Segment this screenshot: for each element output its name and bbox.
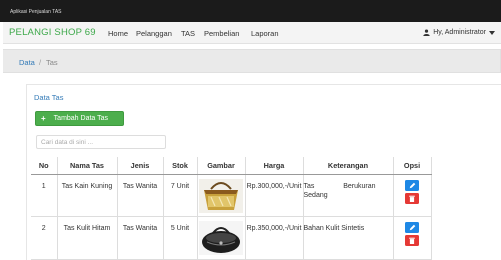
breadcrumb: Data / Tas: [3, 49, 501, 73]
cell-opsi: [393, 216, 432, 260]
header-opsi: Opsi: [393, 157, 432, 175]
window-title: Aplikasi Penjualan TAS: [10, 9, 62, 15]
user-menu-label: Hy, Administrator: [433, 29, 486, 36]
delete-button[interactable]: [405, 192, 419, 204]
nav-laporan[interactable]: Laporan: [251, 29, 279, 38]
pencil-icon: [409, 182, 415, 188]
nav-pelanggan[interactable]: Pelanggan: [136, 29, 172, 38]
cell-keterangan: Bahan Kulit Sintetis: [303, 216, 394, 260]
header-no: No: [31, 157, 58, 175]
keterangan-word: Berukuran: [343, 182, 376, 190]
top-navbar: PELANGI SHOP 69 Home Pelanggan TAS Pembe…: [3, 22, 501, 44]
header-keterangan: Keterangan: [303, 157, 394, 175]
table-header-row: No Nama Tas Jenis Stok Gambar Harga Kete…: [31, 157, 432, 175]
breadcrumb-separator: /: [39, 58, 42, 67]
panel-title: Data Tas: [34, 93, 64, 102]
cell-jenis: Tas Wanita: [117, 174, 164, 217]
user-menu[interactable]: Hy, Administrator: [423, 29, 495, 36]
user-icon: [423, 29, 430, 36]
window-titlebar: Aplikasi Penjualan TAS: [0, 0, 501, 22]
table-row: 1 Tas Kain Kuning Tas Wanita 7 Unit Rp.3…: [31, 174, 432, 217]
delete-button[interactable]: [405, 235, 419, 246]
caret-down-icon: [489, 30, 495, 35]
nav-tas[interactable]: TAS: [181, 29, 195, 38]
cell-opsi: [393, 174, 432, 217]
cell-keterangan: Tas Berukuran Sedang: [303, 174, 394, 217]
trash-icon: [409, 195, 415, 202]
keterangan-line-1: Bahan Kulit Sintetis: [303, 225, 365, 232]
add-tas-button[interactable]: + Tambah Data Tas: [35, 111, 124, 126]
header-nama: Nama Tas: [57, 157, 118, 175]
keterangan-line-2: Sedang: [303, 192, 328, 199]
header-stok: Stok: [163, 157, 198, 175]
cell-nama: Tas Kain Kuning: [57, 174, 118, 217]
search-placeholder: Cari data di sini ...: [41, 139, 94, 146]
header-jenis: Jenis: [117, 157, 164, 175]
tas-table: No Nama Tas Jenis Stok Gambar Harga Kete…: [31, 157, 432, 260]
cell-stok: 7 Unit: [163, 174, 198, 217]
nav-home[interactable]: Home: [108, 29, 128, 38]
pencil-icon: [409, 224, 415, 231]
cell-jenis: Tas Wanita: [117, 216, 164, 260]
plus-icon: +: [41, 114, 46, 123]
black-bag-image: [199, 221, 243, 255]
breadcrumb-current: Tas: [46, 58, 58, 67]
edit-button[interactable]: [405, 222, 419, 233]
search-input[interactable]: Cari data di sini ...: [36, 135, 166, 149]
header-harga: Harga: [245, 157, 304, 175]
cell-nama: Tas Kulit Hitam: [57, 216, 118, 260]
cell-no: 1: [31, 174, 58, 217]
header-gambar: Gambar: [197, 157, 246, 175]
cell-harga: Rp.350,000,-/Unit: [245, 216, 304, 260]
yellow-bag-image: [199, 178, 243, 213]
trash-icon: [409, 237, 415, 244]
cell-gambar: [197, 216, 246, 260]
cell-harga: Rp.300,000,-/Unit: [245, 174, 304, 217]
cell-gambar: [197, 174, 246, 217]
add-tas-label: Tambah Data Tas: [53, 115, 109, 122]
table-row: 2 Tas Kulit Hitam Tas Wanita 5 Unit Rp.3…: [31, 216, 432, 260]
keterangan-word: Tas: [303, 182, 315, 190]
cell-stok: 5 Unit: [163, 216, 198, 260]
edit-button[interactable]: [405, 179, 419, 191]
nav-pembelian[interactable]: Pembelian: [204, 29, 239, 38]
keterangan-line-1: Tas Berukuran: [304, 182, 376, 192]
brand-logo[interactable]: PELANGI SHOP 69: [9, 27, 96, 38]
breadcrumb-home[interactable]: Data: [19, 58, 35, 67]
cell-no: 2: [31, 216, 58, 260]
